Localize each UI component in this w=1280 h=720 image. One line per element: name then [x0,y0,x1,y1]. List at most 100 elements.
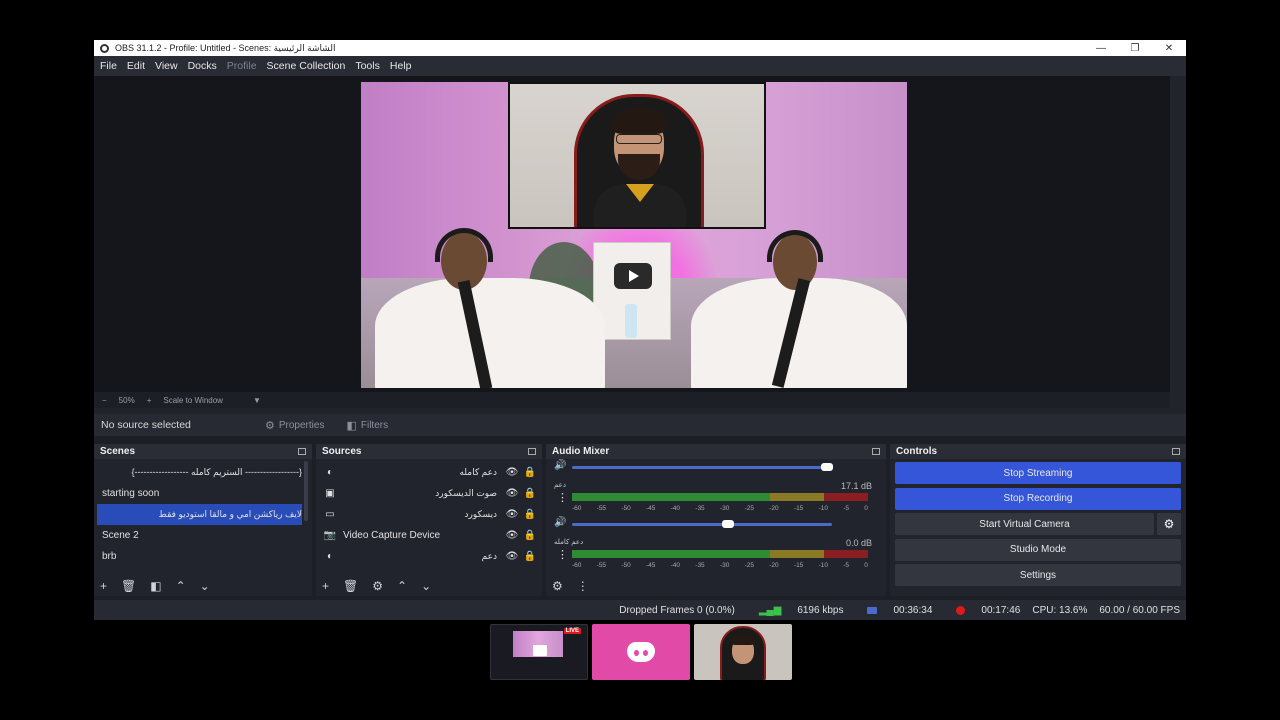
menu-docks[interactable]: Docks [188,60,217,72]
move-up-icon[interactable]: ⌃ [397,579,407,593]
mixer-menu-icon[interactable]: ⋮ [577,579,589,593]
preview-area[interactable] [94,76,1170,392]
scenes-list: {------------------ الستريم كامله ------… [94,459,312,576]
filters-label: Filters [360,419,389,431]
lock-icon[interactable]: 🔒 [521,488,539,499]
streaming-icon [867,606,878,614]
tick-label: -45 [645,505,656,512]
preview-canvas[interactable] [361,82,907,388]
preview-vertical-scrollbar[interactable] [1170,76,1186,408]
restore-button[interactable]: ❐ [1118,43,1152,54]
streamer-glasses [616,134,662,144]
settings-button[interactable]: Settings [895,564,1181,586]
float-dock-icon[interactable] [1172,448,1180,455]
stop-streaming-button[interactable]: Stop Streaming [895,462,1181,484]
lock-icon[interactable]: 🔒 [521,551,539,562]
source-item[interactable]: ▣ صوت الديسكورد 👁 🔒 [319,483,539,504]
scene-item[interactable]: Scene 2 [97,525,302,546]
studio-mode-button[interactable]: Studio Mode [895,538,1181,561]
eye-icon[interactable]: 👁 [503,467,521,478]
scenes-scrollbar[interactable] [304,461,308,521]
guest-left-body [375,278,605,388]
eye-icon[interactable]: 👁 [503,551,521,562]
obs-logo-icon [100,43,109,53]
scenes-title: Scenes [100,446,136,457]
advanced-audio-icon[interactable]: ⚙ [552,579,563,593]
eye-icon[interactable]: 👁 [503,488,521,499]
volume-knob[interactable] [820,463,833,471]
eye-icon[interactable]: 👁 [503,530,521,541]
menu-help[interactable]: Help [390,60,412,72]
tick-label: -45 [645,562,656,569]
source-properties-icon[interactable]: ⚙ [372,579,383,593]
source-item[interactable]: ◐ دعم 👁 🔒 [319,546,539,567]
sources-toolbar: + 🗑 ⚙ ⌃ ⌄ [316,576,542,596]
menu-tools[interactable]: Tools [355,60,380,72]
close-button[interactable]: ✕ [1152,43,1186,54]
scenes-dock: Scenes {------------------ الستريم كامله… [94,444,312,596]
db-readout: 17.1 dB [840,481,872,491]
zoom-in-button[interactable]: + [147,396,152,405]
tick-label: 0 [864,562,868,569]
lock-icon[interactable]: 🔒 [521,509,539,520]
scene-item[interactable]: {------------------ الستريم كامله ------… [97,462,302,483]
level-meter [572,493,868,501]
volume-slider[interactable] [572,520,832,528]
lock-icon[interactable]: 🔒 [521,530,539,541]
remove-source-icon[interactable]: 🗑 [343,579,358,593]
menu-view[interactable]: View [155,60,178,72]
scale-mode-select[interactable]: Scale to Window [163,396,223,405]
source-toolbar: No source selected ⚙ Properties ◧ Filter… [94,414,1186,436]
discord-taskbar-thumbnail[interactable] [592,624,690,680]
virtual-camera-settings-gear-icon[interactable]: ⚙ [1157,513,1181,535]
more-options-icon[interactable]: ⋮ [557,548,568,561]
tick-label: -40 [670,562,681,569]
menu-scene-collection[interactable]: Scene Collection [267,60,346,72]
webcam-overlay[interactable] [508,82,766,229]
source-item[interactable]: 📷 Video Capture Device 👁 🔒 [319,525,539,546]
menu-profile[interactable]: Profile [227,60,257,72]
source-item[interactable]: ◐ دعم كامله 👁 🔒 [319,462,539,483]
chevron-down-icon[interactable]: ▼ [253,396,261,405]
menu-file[interactable]: File [100,60,117,72]
eye-icon[interactable]: 👁 [503,509,521,520]
fps-readout: 60.00 / 60.00 FPS [1099,604,1180,616]
lock-icon[interactable]: 🔒 [521,467,539,478]
move-up-icon[interactable]: ⌃ [176,579,186,593]
float-dock-icon[interactable] [872,448,880,455]
scene-filters-icon[interactable]: ◧ [150,579,161,593]
scene-item[interactable]: starting soon [97,483,302,504]
source-item[interactable]: ▭ ديسكورد 👁 🔒 [319,504,539,525]
title-bar: OBS 31.1.2 - Profile: Untitled - Scenes:… [94,40,1186,56]
zoom-out-button[interactable]: − [102,396,107,405]
obs-taskbar-thumbnail[interactable]: LIVE [490,624,588,680]
properties-button[interactable]: ⚙ Properties [257,415,332,435]
remove-scene-icon[interactable]: 🗑 [121,579,136,593]
start-virtual-camera-button[interactable]: Start Virtual Camera [895,513,1154,535]
filters-button[interactable]: ◧ Filters [338,415,396,435]
stop-recording-button[interactable]: Stop Recording [895,487,1181,510]
webcam-taskbar-thumbnail[interactable] [694,624,792,680]
add-scene-icon[interactable]: + [100,579,107,593]
speaker-icon[interactable]: 🔊 [554,460,566,471]
minimize-button[interactable]: — [1084,43,1118,54]
move-down-icon[interactable]: ⌄ [421,579,431,593]
scene-item[interactable]: brb [97,546,302,567]
tick-label: -5 [843,505,849,512]
more-options-icon[interactable]: ⋮ [557,491,568,504]
move-down-icon[interactable]: ⌄ [200,579,210,593]
menu-edit[interactable]: Edit [127,60,145,72]
add-source-icon[interactable]: + [322,579,329,593]
tick-label: -55 [596,505,607,512]
tick-label: -50 [621,505,631,512]
volume-knob[interactable] [722,520,734,528]
mixer-toolbar: ⚙ ⋮ [546,576,886,596]
float-dock-icon[interactable] [528,448,536,455]
mini-hair [731,635,755,645]
virtual-camera-row: Start Virtual Camera ⚙ [895,513,1181,535]
speaker-icon[interactable]: 🔊 [554,517,566,528]
tick-label: -30 [719,505,730,512]
volume-slider[interactable] [572,463,833,471]
scene-item-selected[interactable]: لايف رياكشن امي و مالقا استوديو فقط [97,504,302,525]
float-dock-icon[interactable] [298,448,306,455]
